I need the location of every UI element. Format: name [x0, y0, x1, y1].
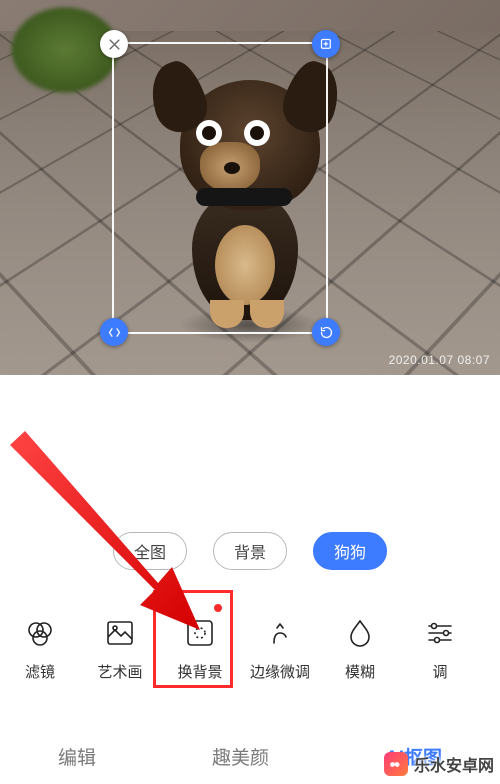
tool-art[interactable]: 艺术画 [80, 615, 160, 682]
rotate-icon [319, 325, 334, 340]
gamepad-icon [384, 752, 408, 776]
segment-chip-row: 全图 背景 狗狗 [0, 532, 500, 570]
tool-blur[interactable]: 模糊 [320, 615, 400, 682]
chip-full-image[interactable]: 全图 [113, 532, 187, 570]
art-icon [102, 615, 138, 651]
close-icon [107, 37, 122, 52]
flip-icon [107, 325, 122, 340]
close-handle[interactable] [100, 30, 128, 58]
adjust-icon [422, 615, 458, 651]
tool-label: 换背景 [177, 661, 222, 682]
tool-edge-adjust[interactable]: 边缘微调 [240, 615, 320, 682]
tool-strip: 滤镜 艺术画 换背景 边缘微调 模糊 调 添加 [0, 598, 500, 698]
tool-adjust[interactable]: 调 [400, 615, 480, 682]
selection-frame[interactable] [112, 42, 328, 334]
tool-add[interactable]: 添加 [480, 615, 500, 682]
rotate-handle[interactable] [312, 318, 340, 346]
flip-handle[interactable] [100, 318, 128, 346]
chip-background[interactable]: 背景 [213, 532, 287, 570]
tab-edit[interactable]: 编辑 [58, 743, 96, 770]
add-layer-icon [319, 37, 334, 52]
watermark-text: 乐水安卓网 [414, 752, 494, 776]
replace-bg-icon [182, 615, 218, 651]
tool-label: 滤镜 [25, 661, 55, 682]
filter-icon [22, 615, 58, 651]
photo-timestamp: 2020.01.07 08:07 [389, 353, 490, 367]
add-layer-handle[interactable] [312, 30, 340, 58]
tool-label: 艺术画 [97, 661, 142, 682]
tool-label: 边缘微调 [250, 661, 310, 682]
chip-dog[interactable]: 狗狗 [313, 532, 387, 570]
tool-label: 模糊 [345, 661, 375, 682]
tool-replace-background[interactable]: 换背景 [160, 615, 240, 682]
edge-icon [262, 615, 298, 651]
tool-label: 调 [432, 661, 447, 682]
notification-dot [214, 604, 222, 612]
blur-icon [342, 615, 378, 651]
tab-fun-beauty[interactable]: 趣美颜 [212, 743, 269, 770]
tool-filter[interactable]: 滤镜 [0, 615, 80, 682]
photo-canvas[interactable]: 2020.01.07 08:07 [0, 0, 500, 375]
site-watermark: 乐水安卓网 [384, 752, 494, 776]
